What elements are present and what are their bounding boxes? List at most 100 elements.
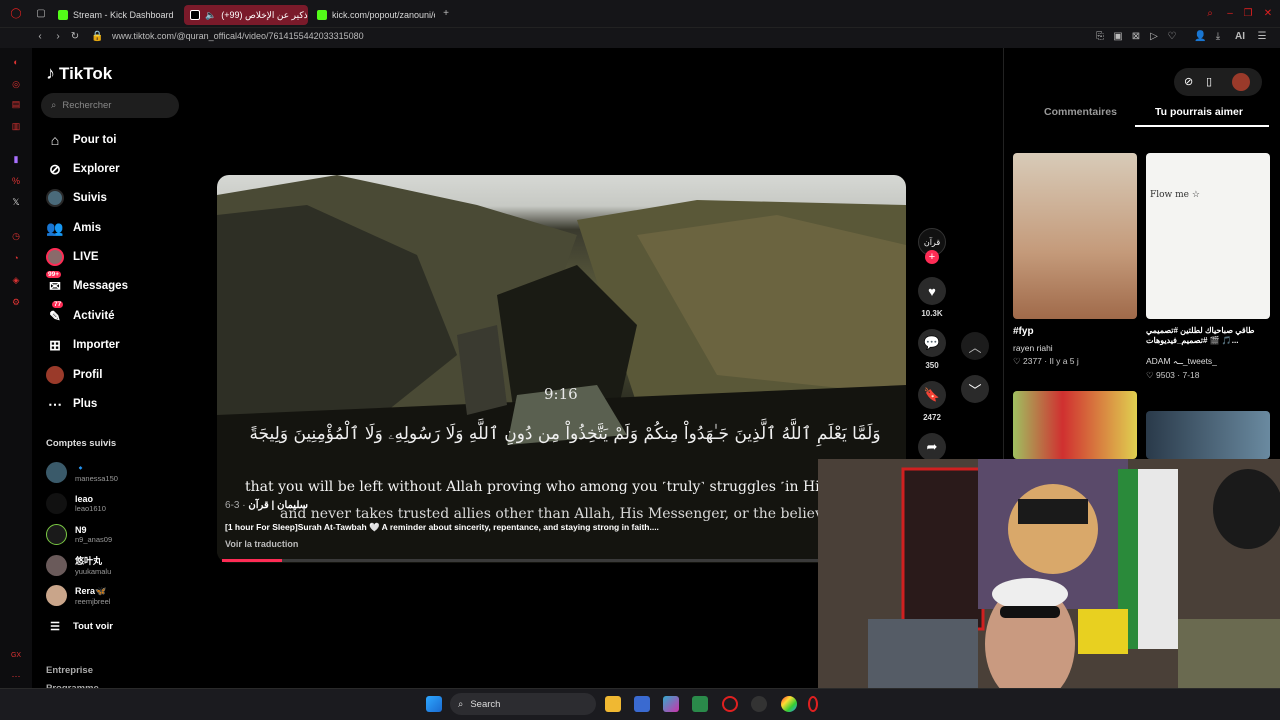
tab-tiktok-video[interactable]: 🔈 (+99) اذكير عن الإخلاص	[184, 5, 308, 25]
webcam-overlay	[818, 459, 1280, 688]
footer-link-entreprise[interactable]: Entreprise	[46, 662, 99, 680]
card-author[interactable]: rayen riahi	[1013, 343, 1053, 353]
maximize-icon[interactable]: ❐	[1242, 8, 1254, 20]
opera-gx-icon[interactable]	[808, 696, 818, 712]
file-explorer-icon[interactable]	[605, 696, 621, 712]
bookmark-page-icon[interactable]: ⎘	[1094, 31, 1106, 43]
forward-icon[interactable]: ›	[52, 31, 64, 43]
windows-start-icon[interactable]	[426, 696, 442, 712]
chat-icon[interactable]: ▤	[10, 98, 22, 110]
comment-button[interactable]: 💬 350	[918, 329, 946, 370]
followed-account[interactable]: 🔹 manessa150	[46, 462, 118, 483]
like-button[interactable]: ♥ 10.3K	[918, 277, 946, 318]
menu-icon[interactable]: ☰	[1256, 31, 1268, 43]
tab-commentaires[interactable]: Commentaires	[1044, 106, 1117, 118]
mute-icon[interactable]: 🔈	[205, 10, 216, 21]
x-icon[interactable]: 𝕏	[10, 196, 22, 208]
card-title[interactable]: طاقي صباحياك لطلتين #تصميمي #تصميم_فيديو…	[1146, 326, 1266, 346]
followed-account[interactable]: leao leao1610	[46, 493, 106, 514]
followed-account[interactable]: Rera🦋 reemjbreel	[46, 585, 110, 606]
url-field[interactable]: www.tiktok.com/@quran_offical4/video/761…	[112, 31, 364, 41]
save-button[interactable]: 🔖 2472	[918, 381, 946, 422]
previous-video-button[interactable]: ︿	[961, 332, 989, 360]
tab-tu-pourrais-aimer[interactable]: Tu pourrais aimer	[1155, 106, 1243, 118]
messages-icon: ✉ 99+	[46, 271, 62, 294]
nav-importer[interactable]: ⊞ Importer	[46, 334, 120, 356]
nav-activite[interactable]: ✎ 77 Activité	[46, 301, 115, 327]
user-avatar[interactable]	[1232, 73, 1250, 91]
player-icon[interactable]: ▥	[10, 120, 22, 132]
twitch-icon[interactable]: ▮	[10, 153, 22, 165]
browser-tab-bar: ◯ ▢ Stream - Kick Dashboard 🔈 (+99) اذكي…	[0, 0, 1280, 28]
gx-icon[interactable]: GX	[10, 650, 22, 662]
close-window-icon[interactable]: ✕	[1262, 8, 1274, 20]
card-title[interactable]: #fyp	[1013, 326, 1034, 337]
nav-messages[interactable]: ✉ 99+ Messages	[46, 271, 128, 297]
video-landscape	[217, 175, 906, 563]
ai-button[interactable]: AI	[1230, 31, 1250, 43]
nav-live[interactable]: LIVE	[46, 246, 99, 268]
tab-kick-popout[interactable]: kick.com/popout/zanouni/c	[311, 5, 435, 25]
top-tools: ⊘ ▯	[1174, 68, 1262, 96]
download-icon[interactable]: ⤓	[1212, 31, 1224, 43]
nav-profil[interactable]: Profil	[46, 364, 102, 386]
translate-link[interactable]: Voir la traduction	[225, 539, 298, 549]
copilot-icon[interactable]	[663, 696, 679, 712]
follow-plus-icon[interactable]: +	[925, 250, 939, 264]
store-icon[interactable]	[634, 696, 650, 712]
opera-logo-icon[interactable]: ◯	[10, 8, 22, 20]
comment-icon: 💬	[918, 329, 946, 357]
search-tabs-icon[interactable]: ⌕	[1204, 8, 1216, 20]
back-icon[interactable]: ‹	[34, 31, 46, 43]
new-tab-icon[interactable]: +	[440, 8, 452, 20]
nav-pour-toi[interactable]: ⌂ Pour toi	[46, 129, 117, 151]
nav-plus[interactable]: ⋯ Plus	[46, 393, 97, 415]
history-icon[interactable]: ◷	[10, 230, 22, 242]
nav-suivis[interactable]: Suivis	[46, 187, 107, 209]
tab-kick-dashboard[interactable]: Stream - Kick Dashboard	[52, 5, 180, 25]
device-icon[interactable]: ▯	[1206, 75, 1212, 88]
video-thumbnail[interactable]	[1146, 411, 1270, 459]
friends-icon: 👥	[46, 219, 64, 236]
calculator-icon[interactable]	[692, 696, 708, 712]
video-player[interactable]	[217, 175, 906, 563]
taskbar-search[interactable]: ⌕ Search	[450, 693, 596, 715]
tiktok-logo[interactable]: ♪ TikTok	[46, 63, 112, 84]
followed-account[interactable]: 悠叶丸 yuukamalu	[46, 554, 111, 576]
nav-explorer[interactable]: ⊘ Explorer	[46, 158, 120, 180]
snapshot-icon[interactable]: ▣	[1112, 31, 1124, 43]
video-thumbnail[interactable]	[1013, 153, 1137, 319]
video-thumbnail[interactable]	[1013, 391, 1137, 459]
play-icon[interactable]: ▷	[1148, 31, 1160, 43]
messenger-icon[interactable]: ◎	[10, 78, 22, 90]
reload-icon[interactable]: ↻	[69, 31, 81, 43]
clock-icon[interactable]: ◔	[10, 252, 22, 264]
more-icon: ⋯	[48, 395, 62, 412]
followed-account[interactable]: N9 n9_anas09	[46, 524, 112, 545]
next-video-button[interactable]: ﹀	[961, 375, 989, 403]
share-button[interactable]: ➦	[918, 433, 946, 461]
chrome-icon[interactable]	[781, 696, 797, 712]
video-description: [1 hour For Sleep]Surah At-Tawbah 🤍 A re…	[225, 522, 659, 532]
nav-amis[interactable]: 👥 Amis	[46, 217, 101, 239]
video-thumbnail[interactable]: Flow me ☆	[1146, 153, 1270, 319]
search-input[interactable]: ⌕ Rechercher	[41, 93, 179, 118]
account-icon[interactable]: 👤	[1194, 31, 1206, 43]
pinboard-icon[interactable]: ◈	[10, 274, 22, 286]
more-rail-icon[interactable]: ⋯	[10, 670, 22, 682]
see-all-link[interactable]: ☰ Tout voir	[46, 615, 113, 637]
settings-icon[interactable]: ⚙	[10, 296, 22, 308]
messages-badge: 99+	[46, 271, 62, 278]
tool-icon[interactable]: %	[10, 175, 22, 187]
heart-icon[interactable]: ♡	[1166, 31, 1178, 43]
adblock-icon[interactable]: ⊠	[1130, 31, 1142, 43]
minimize-icon[interactable]: –	[1224, 8, 1236, 20]
creator-avatar[interactable]: قرآن +	[918, 228, 946, 264]
video-progress-bar[interactable]	[222, 559, 818, 562]
steam-icon[interactable]	[751, 696, 767, 712]
tab-list-icon[interactable]: ▢	[35, 8, 47, 20]
opera-icon[interactable]	[722, 696, 738, 712]
card-author[interactable]: ADAM ـہ_tweets_	[1146, 356, 1217, 366]
aria-icon[interactable]: ◐	[10, 56, 22, 68]
compass-icon[interactable]: ⊘	[1184, 75, 1193, 88]
